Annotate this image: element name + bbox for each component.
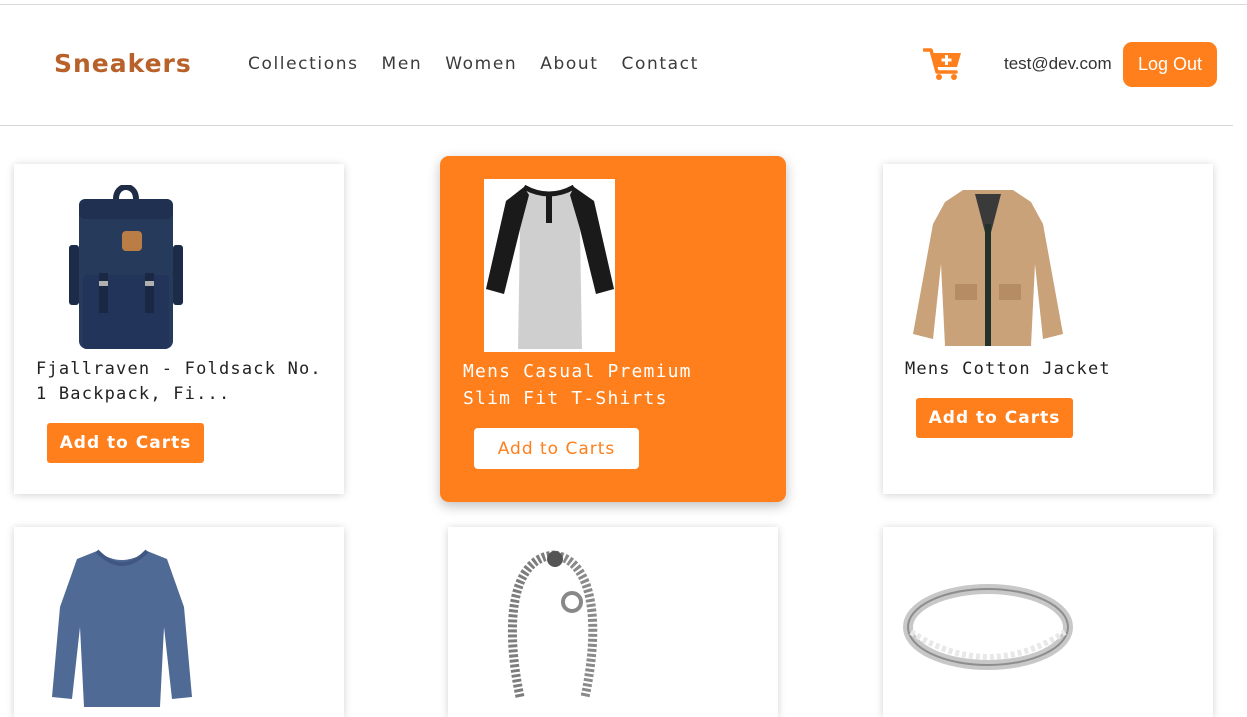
cart-plus-icon[interactable] bbox=[923, 46, 963, 82]
brand-logo[interactable]: Sneakers bbox=[54, 49, 192, 78]
product-title[interactable]: Mens Cotton Jacket bbox=[905, 357, 1195, 382]
product-image-raglan-tshirt[interactable] bbox=[484, 179, 615, 352]
nav-women[interactable]: Women bbox=[445, 54, 517, 74]
product-image-long-sleeve-shirt[interactable] bbox=[52, 547, 192, 707]
nav-collections[interactable]: Collections bbox=[248, 54, 359, 74]
product-card bbox=[448, 527, 778, 717]
nav-about[interactable]: About bbox=[540, 54, 598, 74]
product-image-dragon-bracelet[interactable] bbox=[500, 547, 610, 707]
site-header: Sneakers Collections Men Women About Con… bbox=[0, 5, 1233, 126]
product-card: Mens Cotton Jacket Add to Carts bbox=[883, 164, 1213, 494]
main-nav: Collections Men Women About Contact bbox=[248, 54, 722, 74]
product-title[interactable]: Mens Casual Premium Slim Fit T-Shirts bbox=[463, 358, 733, 412]
add-to-cart-button[interactable]: Add to Carts bbox=[474, 428, 639, 469]
nav-men[interactable]: Men bbox=[382, 54, 423, 74]
product-image-jacket[interactable] bbox=[913, 184, 1063, 349]
product-image-silver-ring[interactable] bbox=[903, 582, 1073, 672]
add-to-cart-button[interactable]: Add to Carts bbox=[916, 398, 1073, 438]
product-title[interactable]: Fjallraven - Foldsack No. 1 Backpack, Fi… bbox=[36, 357, 326, 407]
product-card bbox=[14, 527, 344, 717]
product-image-backpack[interactable] bbox=[61, 185, 191, 355]
add-to-cart-button[interactable]: Add to Carts bbox=[47, 423, 204, 463]
logout-button[interactable]: Log Out bbox=[1123, 42, 1217, 87]
product-card bbox=[883, 527, 1213, 717]
product-card-highlighted: Mens Casual Premium Slim Fit T-Shirts Ad… bbox=[440, 156, 786, 502]
product-card: Fjallraven - Foldsack No. 1 Backpack, Fi… bbox=[14, 164, 344, 494]
user-email: test@dev.com bbox=[1004, 54, 1112, 73]
nav-contact[interactable]: Contact bbox=[622, 54, 699, 74]
